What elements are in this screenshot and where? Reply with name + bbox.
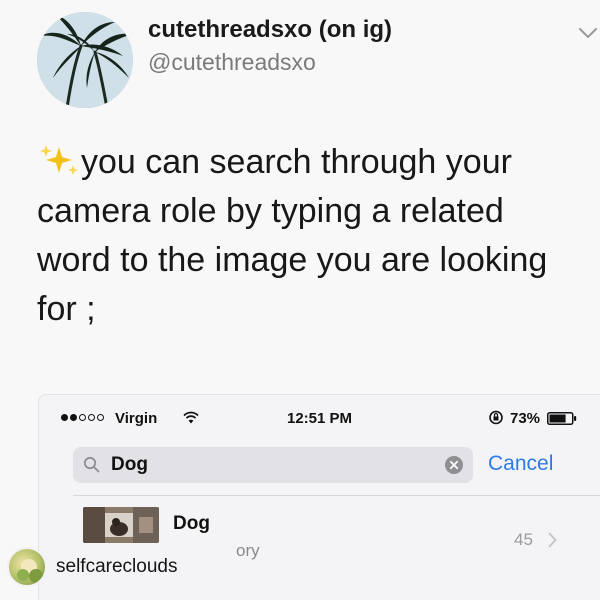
result-title[interactable]: Dog: [173, 513, 210, 535]
wifi-icon: [183, 411, 199, 424]
clear-search-icon[interactable]: [445, 456, 463, 474]
palm-trees-image: [37, 12, 133, 108]
repost-avatar[interactable]: [7, 547, 47, 587]
tweet-text: you can search through your camera role …: [37, 138, 597, 334]
search-query: Dog: [111, 454, 148, 475]
status-time: 12:51 PM: [287, 410, 353, 427]
user-handle[interactable]: @cutethreadsxo: [148, 49, 316, 76]
divider: [73, 495, 600, 496]
status-bar: Virgin 12:51 PM 73%: [39, 395, 600, 435]
chevron-right-icon[interactable]: [548, 532, 557, 548]
tweet-body-text: you can search through your camera role …: [37, 143, 548, 328]
signal-strength-icon: [61, 414, 104, 421]
cancel-button[interactable]: Cancel: [488, 452, 553, 476]
battery-percent: 73%: [510, 410, 541, 427]
display-name[interactable]: cutethreadsxo (on ig): [148, 16, 392, 44]
chevron-down-icon[interactable]: [578, 26, 598, 40]
search-input[interactable]: Dog: [73, 447, 473, 483]
carrier-name: Virgin: [115, 410, 158, 427]
result-count: 45: [514, 530, 533, 549]
result-subtitle: ory: [236, 541, 260, 560]
rotation-lock-icon: [489, 410, 503, 425]
sparkles-icon: [40, 145, 78, 175]
repost-username[interactable]: selfcareclouds: [56, 556, 177, 578]
battery-icon: [547, 412, 577, 425]
search-icon: [83, 456, 100, 473]
result-thumbnail: [83, 507, 159, 543]
profile-avatar[interactable]: [37, 12, 133, 108]
dog-photo-image: [83, 507, 159, 543]
